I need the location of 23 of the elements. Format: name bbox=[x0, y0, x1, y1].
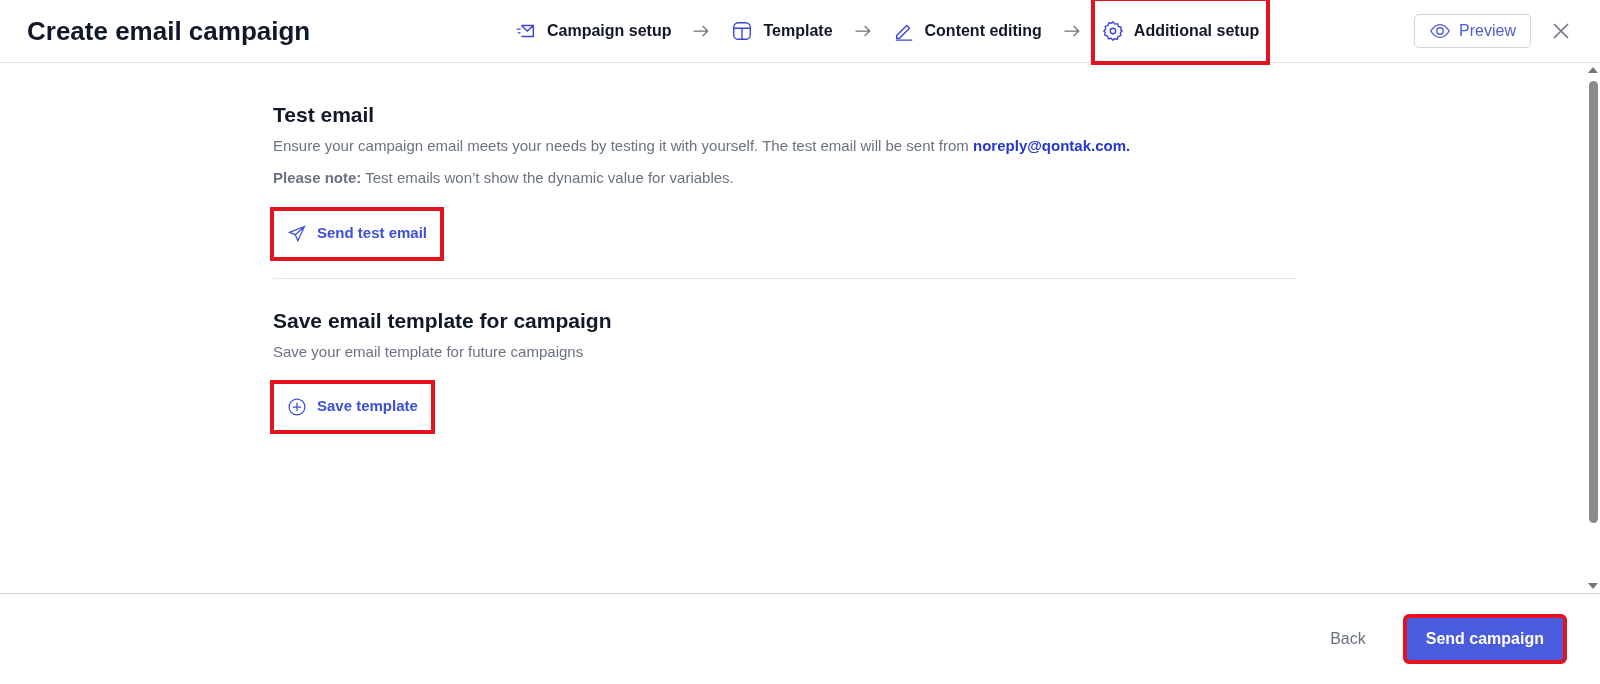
step-tab[interactable]: Template bbox=[723, 0, 841, 62]
section-title: Save email template for campaign bbox=[273, 307, 613, 334]
step-tab[interactable]: Campaign setup bbox=[507, 0, 680, 62]
layout-icon bbox=[731, 20, 754, 42]
step-tab[interactable]: Content editing bbox=[884, 0, 1050, 62]
scroll-up-icon bbox=[1588, 67, 1598, 73]
action-button[interactable]: Save template bbox=[273, 382, 432, 431]
step-tab[interactable]: Additional setup bbox=[1093, 0, 1268, 62]
scroll-down-icon bbox=[1588, 583, 1598, 589]
page-title: Create email campaign bbox=[27, 14, 312, 48]
scrollbar-thumb[interactable] bbox=[1588, 81, 1598, 523]
settings-icon bbox=[1101, 20, 1124, 42]
plus-circle-icon bbox=[287, 396, 307, 417]
email-link[interactable]: noreply@qontak.com. bbox=[973, 137, 1131, 154]
send-icon bbox=[287, 223, 307, 244]
section-title: Test email bbox=[273, 102, 376, 128]
send-campaign-button[interactable]: Send campaign bbox=[1405, 617, 1564, 661]
action-button[interactable]: Send test email bbox=[273, 209, 442, 258]
note-text: Please note: Test emails won’t show the dynamic value for variables. bbox=[273, 168, 735, 188]
preview-button[interactable]: Preview bbox=[1414, 14, 1531, 48]
section-description: Save your email template for future campaigns bbox=[273, 341, 585, 362]
section-description: Ensure your campaign email meets your needs by testing it with yourself. The test email will be sent from noreply@qontak.com. bbox=[273, 136, 1132, 156]
back-button[interactable]: Back bbox=[1322, 627, 1374, 651]
